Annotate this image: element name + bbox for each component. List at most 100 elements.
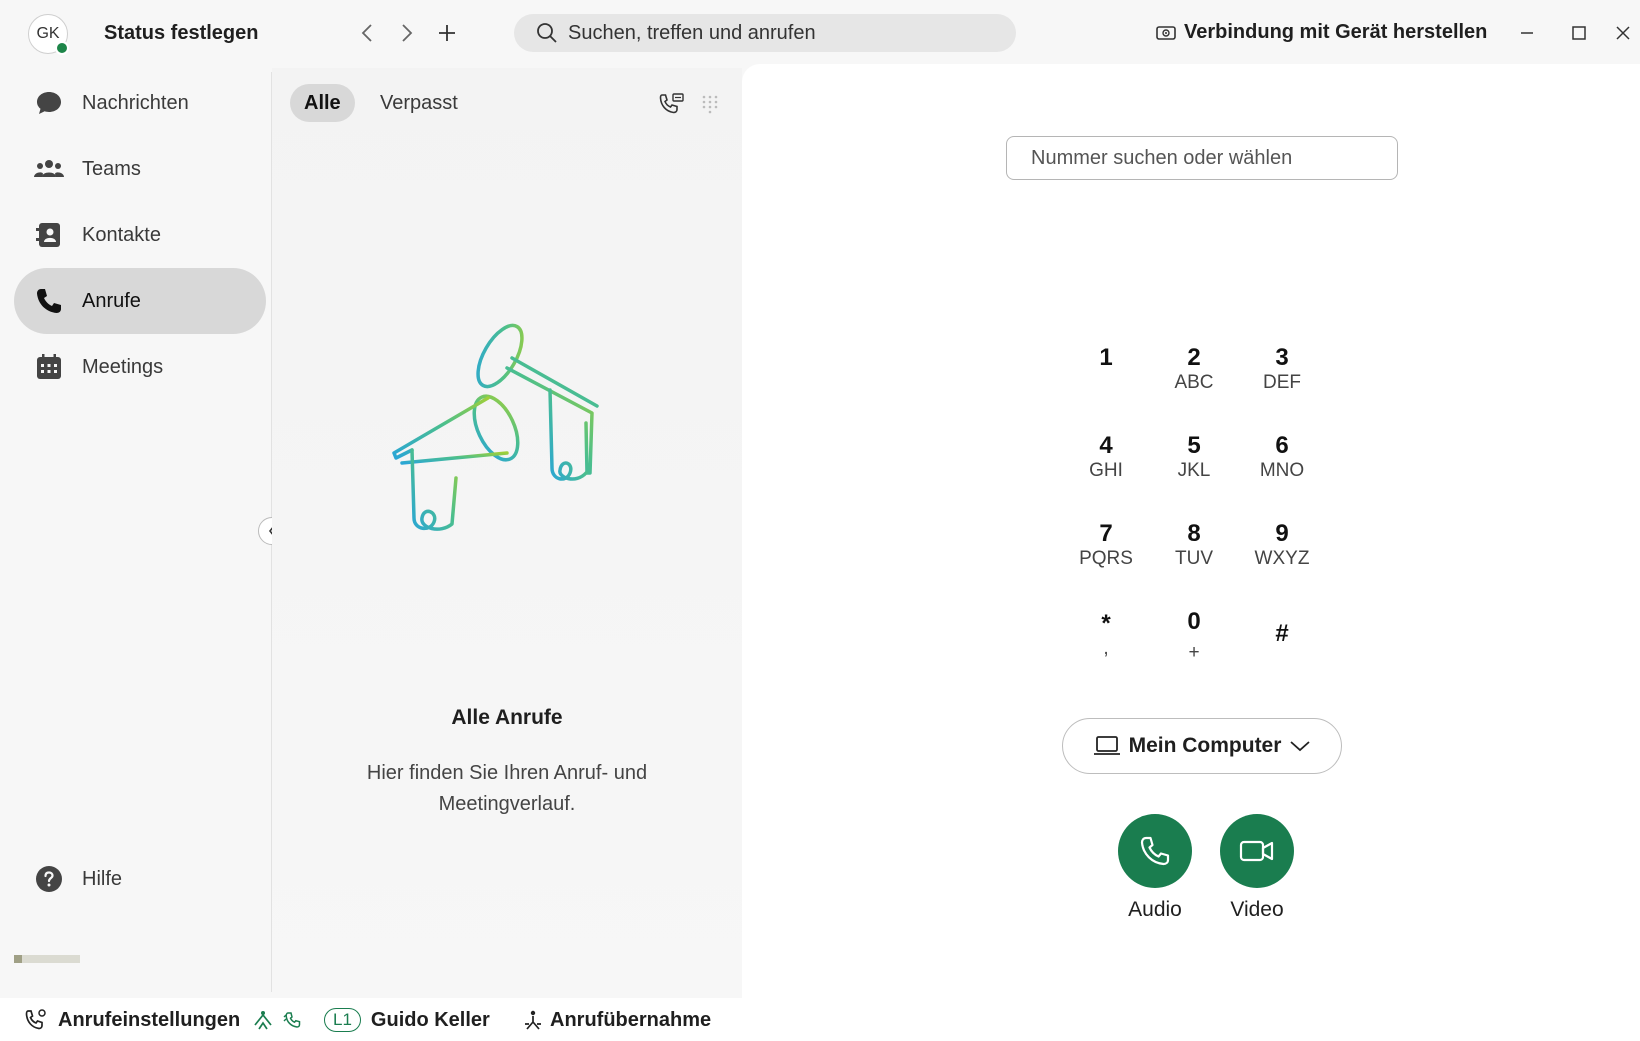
dial-key-hash[interactable]: #: [1242, 620, 1322, 692]
avatar[interactable]: GK: [28, 14, 69, 55]
close-button[interactable]: [1606, 16, 1640, 50]
empty-state-description: Hier finden Sie Ihren Anruf- und Meeting…: [366, 762, 648, 815]
forward-button[interactable]: [392, 18, 422, 48]
tab-alle[interactable]: Alle: [290, 84, 355, 122]
set-status-button[interactable]: Status festlegen: [104, 22, 258, 45]
search-icon: [537, 23, 557, 43]
device-select[interactable]: Mein Computer: [1062, 718, 1342, 774]
megaphone-illustration-icon: [392, 323, 599, 531]
app-window: GK Status festlegen Suchen, treffen und …: [0, 0, 1640, 1041]
dialer-panel: 1 2ABC 3DEF 4GHI 5JKL 6MNO 7PQRS 8TUV 9W…: [742, 64, 1640, 998]
search-bar[interactable]: Suchen, treffen und anrufen: [514, 14, 1016, 52]
chevron-right-icon: [402, 24, 413, 42]
key-digit: 4: [1099, 432, 1113, 459]
sidebar-item-nachrichten[interactable]: Nachrichten: [14, 70, 266, 136]
key-letters: MNO: [1259, 460, 1305, 481]
tab-verpasst[interactable]: Verpasst: [366, 84, 472, 122]
key-letters: ABC: [1174, 372, 1214, 393]
dial-key-8[interactable]: 8 TUV: [1154, 520, 1234, 592]
audio-call-label: Audio: [1128, 898, 1182, 921]
dial-key-7[interactable]: 7 PQRS: [1066, 520, 1146, 592]
sidebar: Nachrichten Teams Kontakte Anrufe Meetin…: [0, 68, 272, 998]
key-digit: 7: [1099, 520, 1113, 547]
dial-key-4[interactable]: 4 GHI: [1066, 432, 1146, 504]
line-user-button[interactable]: L1 Guido Keller: [324, 1004, 490, 1036]
sidebar-item-label: Teams: [82, 157, 141, 180]
sidebar-item-meetings[interactable]: Meetings: [14, 334, 266, 400]
device-select-label: Mein Computer: [1128, 734, 1282, 757]
avatar-initials: GK: [36, 25, 60, 42]
call-pickup-icon: [525, 1010, 541, 1030]
minimize-button[interactable]: [1510, 16, 1544, 50]
dialpad-icon: [702, 95, 718, 114]
sidebar-item-anrufe[interactable]: Anrufe: [14, 268, 266, 334]
key-letters: JKL: [1177, 460, 1211, 481]
connect-device-label: Verbindung mit Gerät herstellen: [1184, 21, 1488, 43]
key-digit: 1: [1099, 344, 1113, 371]
key-letters: WXYZ: [1254, 548, 1310, 569]
video-call-label: Video: [1230, 898, 1284, 921]
call-pickup-status-icon: [283, 1012, 301, 1028]
back-button[interactable]: [352, 18, 382, 48]
dialpad-toggle-button[interactable]: [696, 90, 724, 118]
people-icon: [34, 154, 64, 184]
chevron-down-icon: [1290, 741, 1311, 752]
key-digit: 8: [1187, 520, 1201, 547]
call-pickup-button[interactable]: Anrufübernahme: [522, 1004, 711, 1036]
call-history-panel: Alle Verpasst Alle Anrufe Hier finden Si…: [272, 68, 742, 998]
search-placeholder: Suchen, treffen und anrufen: [568, 21, 816, 44]
sidebar-item-teams[interactable]: Teams: [14, 136, 266, 202]
calendar-icon: [34, 352, 64, 382]
maximize-icon: [1572, 26, 1586, 40]
call-settings-label: Anrufeinstellungen: [58, 1008, 241, 1031]
number-search-input[interactable]: [1006, 136, 1398, 180]
dial-key-0[interactable]: 0 +: [1154, 608, 1234, 680]
help-button[interactable]: Hilfe: [14, 846, 266, 912]
key-letters: DEF: [1263, 372, 1301, 393]
contacts-book-icon: [34, 220, 64, 250]
connect-device-button[interactable]: Verbindung mit Gerät herstellen: [1156, 21, 1487, 44]
key-letters: TUV: [1175, 548, 1213, 569]
dial-key-5[interactable]: 5 JKL: [1154, 432, 1234, 504]
dial-key-2[interactable]: 2 ABC: [1154, 344, 1234, 416]
line-badge: L1: [324, 1008, 361, 1032]
chat-bubble-icon: [34, 88, 64, 118]
key-letters: GHI: [1089, 460, 1123, 481]
maximize-button[interactable]: [1562, 16, 1596, 50]
audio-call-button[interactable]: [1118, 814, 1192, 888]
key-digit: 5: [1187, 432, 1201, 459]
bottom-status-bar: Anrufeinstellungen L1 Guido Keller Anruf…: [0, 998, 1640, 1041]
call-settings-button[interactable]: Anrufeinstellungen: [24, 1004, 304, 1036]
dial-key-1[interactable]: 1: [1066, 344, 1146, 416]
phone-icon: [1140, 836, 1170, 866]
dial-key-star[interactable]: *,: [1066, 610, 1146, 682]
key-digit: #: [1275, 620, 1289, 647]
sidebar-item-label: Meetings: [82, 355, 164, 378]
close-icon: [1616, 26, 1630, 40]
voicemail-call-button[interactable]: [658, 90, 686, 118]
dial-key-9[interactable]: 9 WXYZ: [1242, 520, 1322, 592]
video-call-button[interactable]: [1220, 814, 1294, 888]
key-letters: PQRS: [1079, 548, 1133, 569]
key-digit: 0: [1187, 608, 1201, 635]
help-icon: [34, 864, 64, 894]
plus-icon: [439, 25, 455, 41]
chevron-left-icon: [361, 24, 372, 42]
sidebar-item-kontakte[interactable]: Kontakte: [14, 202, 266, 268]
dial-key-6[interactable]: 6 MNO: [1242, 432, 1322, 504]
sidebar-item-label: Kontakte: [82, 223, 161, 246]
key-digit: *: [1101, 610, 1111, 637]
key-digit: 9: [1275, 520, 1289, 547]
help-label: Hilfe: [82, 867, 123, 890]
device-connect-icon: [1156, 25, 1176, 40]
phone-settings-icon: [25, 1009, 46, 1030]
phone-voicemail-icon: [659, 93, 684, 114]
phone-icon: [34, 286, 64, 316]
key-letters: +: [1188, 642, 1200, 663]
empty-state-title: Alle Anrufe: [451, 706, 563, 729]
sidebar-item-label: Nachrichten: [82, 91, 189, 114]
dial-key-3[interactable]: 3 DEF: [1242, 344, 1322, 416]
new-button[interactable]: [432, 18, 462, 48]
sidebar-item-label: Anrufe: [82, 289, 141, 312]
minimize-icon: [1521, 32, 1533, 34]
